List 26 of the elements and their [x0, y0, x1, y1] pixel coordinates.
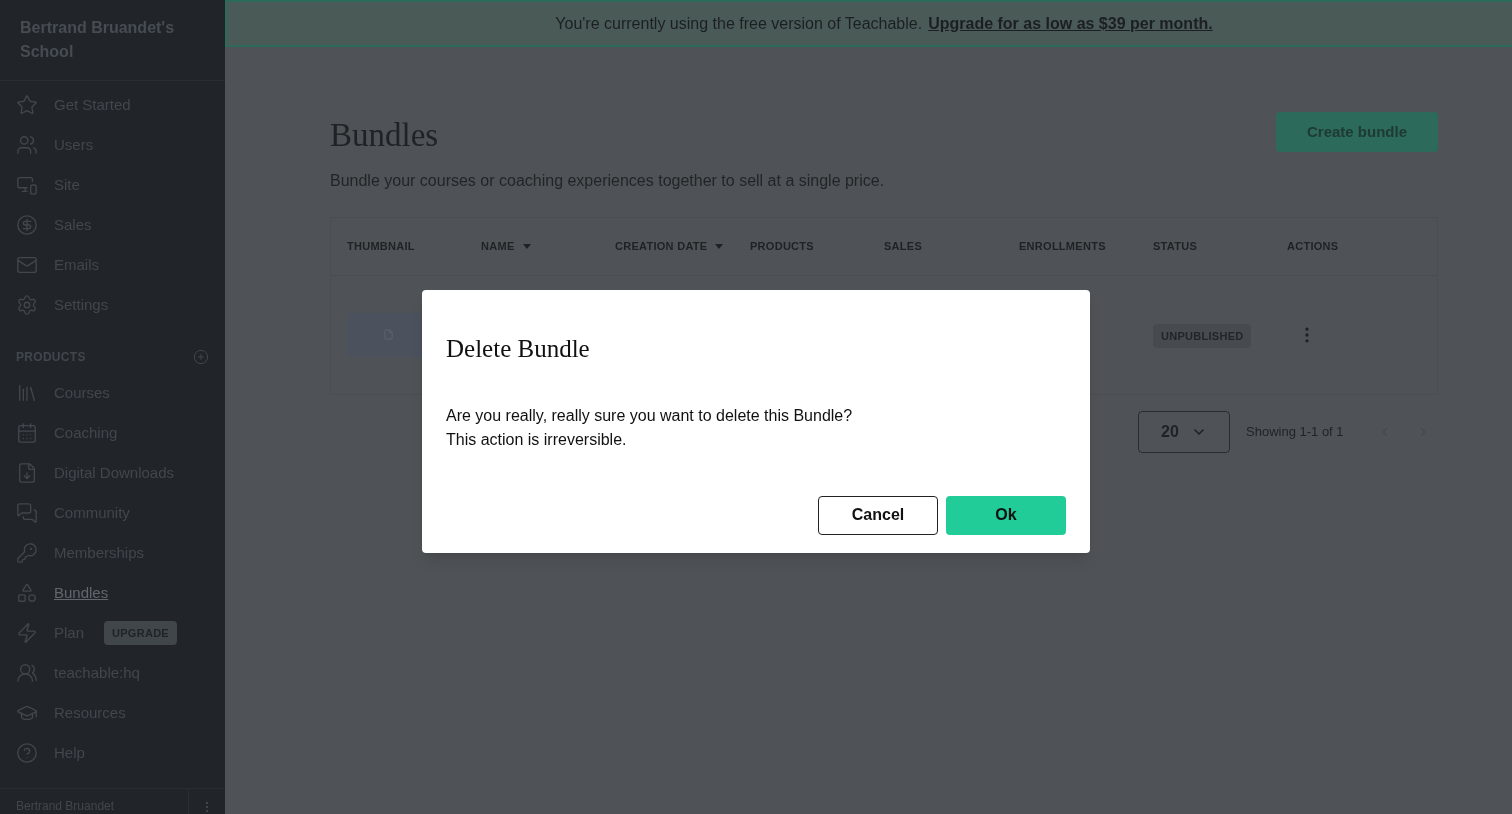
shapes-icon [16, 582, 38, 604]
sort-caret-icon[interactable] [715, 243, 724, 249]
cancel-button[interactable]: Cancel [818, 495, 938, 535]
settings-icon [16, 294, 38, 316]
dialog-message: Are you really, really sure you want to delete this Bundle? [446, 405, 854, 426]
group-icon [16, 662, 38, 684]
key-icon [16, 542, 38, 564]
sidebar-item[interactable]: Bundles [54, 581, 109, 605]
lightning-icon [16, 622, 38, 644]
dollar-icon [16, 214, 38, 236]
help-icon [16, 742, 38, 764]
banner-text: You're currently using the free version of Teachable. [555, 13, 923, 34]
books-icon [16, 382, 38, 404]
sort-caret-icon[interactable] [522, 243, 531, 249]
dialog-title: Delete Bundle [446, 334, 591, 364]
calendar-icon [16, 422, 38, 444]
ok-button[interactable]: Ok [946, 495, 1066, 535]
star-icon [16, 94, 38, 116]
chat-icon [16, 502, 38, 524]
file-download-icon [16, 462, 38, 484]
users-icon [16, 134, 38, 156]
upgrade-link[interactable]: Upgrade for as low as $39 per month. [928, 11, 1213, 36]
add-icon[interactable] [193, 349, 209, 365]
mail-icon [16, 254, 38, 276]
dialog-message: This action is irreversible. [446, 429, 628, 450]
devices-icon [16, 174, 38, 196]
